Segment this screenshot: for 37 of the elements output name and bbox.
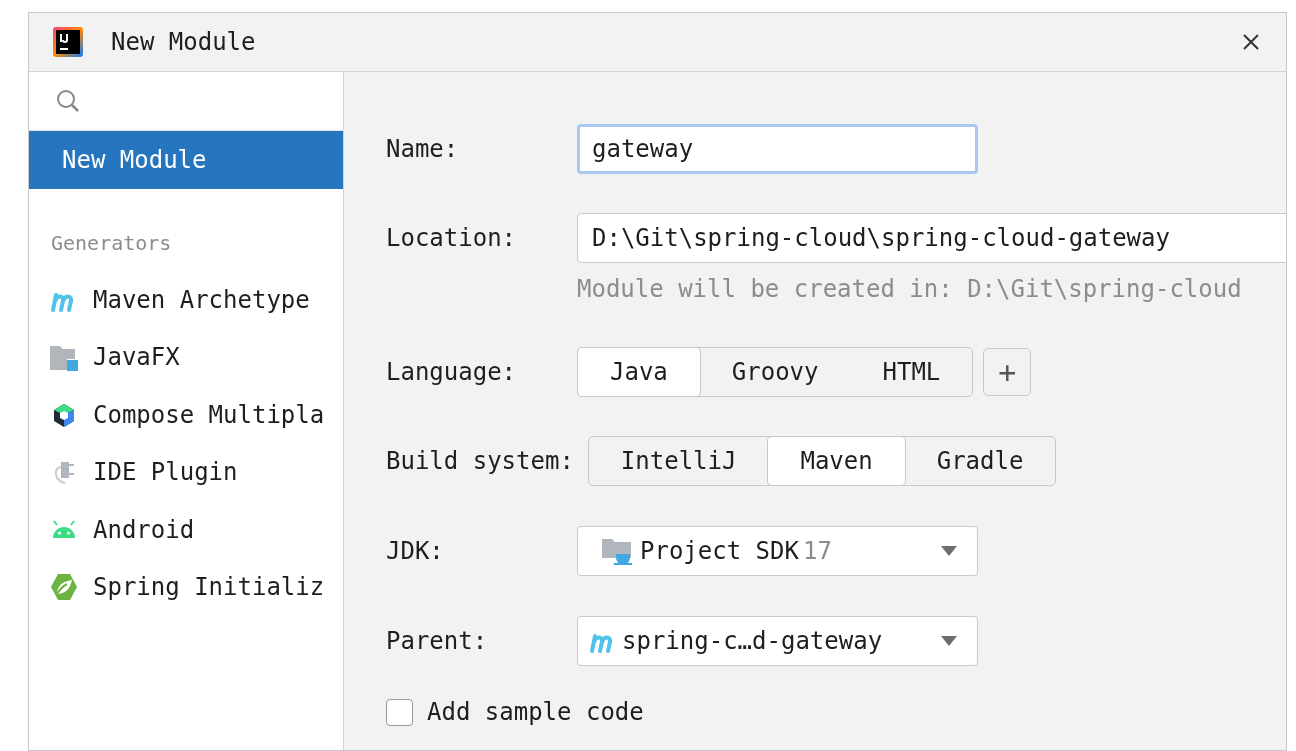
dropdown-caret-icon <box>941 636 957 646</box>
parent-dropdown[interactable]: spring-c…d-gateway <box>577 616 978 666</box>
dropdown-value: Project SDK <box>640 537 799 565</box>
leaf-icon <box>49 572 79 603</box>
segment-option[interactable]: Maven <box>768 437 905 485</box>
segment-option[interactable]: Groovy <box>699 348 851 396</box>
add-button[interactable]: + <box>983 348 1032 396</box>
segment-option[interactable]: HTML <box>850 348 973 396</box>
section-header: Generators <box>50 230 173 257</box>
field-label: Name: <box>386 135 460 163</box>
generator-item[interactable]: JavaFX <box>29 328 343 386</box>
segment-option[interactable]: Gradle <box>904 437 1056 485</box>
generator-item[interactable]: Maven Archetype <box>29 271 343 329</box>
location-field[interactable]: D:\Git\spring-cloud\spring-cloud-gateway <box>577 213 1286 263</box>
generator-item[interactable]: Compose Multipla <box>29 386 343 444</box>
field-label: JDK: <box>386 537 445 565</box>
segment-option[interactable]: IntelliJ <box>588 437 769 485</box>
search-icon <box>55 88 81 114</box>
jdk-dropdown[interactable]: Project SDK 17 <box>577 526 978 576</box>
app-logo-icon <box>53 27 83 57</box>
field-label: Parent: <box>386 627 489 655</box>
field-label: Language: <box>386 358 518 386</box>
name-field[interactable]: gateway <box>577 124 978 174</box>
field-label: Location: <box>386 224 518 252</box>
checkbox-label: Add sample code <box>427 698 644 726</box>
window-title: New Module <box>111 28 257 56</box>
sidebar-item[interactable]: New Module <box>29 131 343 189</box>
dropdown-caret-icon <box>941 546 957 556</box>
segment-option[interactable]: Java <box>578 348 700 396</box>
version-text: 17 <box>802 537 832 565</box>
generator-item[interactable]: Spring Initializ <box>29 558 343 616</box>
generator-item[interactable]: Android <box>29 501 343 559</box>
checkbox[interactable] <box>386 698 413 726</box>
field-label: Build system: <box>386 447 574 475</box>
hint-text: Module will be created in: D:\Git\spring-cloud <box>577 275 1243 303</box>
generator-item[interactable]: IDE Plugin <box>29 443 343 501</box>
dropdown-value: spring-c…d-gateway <box>622 627 883 655</box>
